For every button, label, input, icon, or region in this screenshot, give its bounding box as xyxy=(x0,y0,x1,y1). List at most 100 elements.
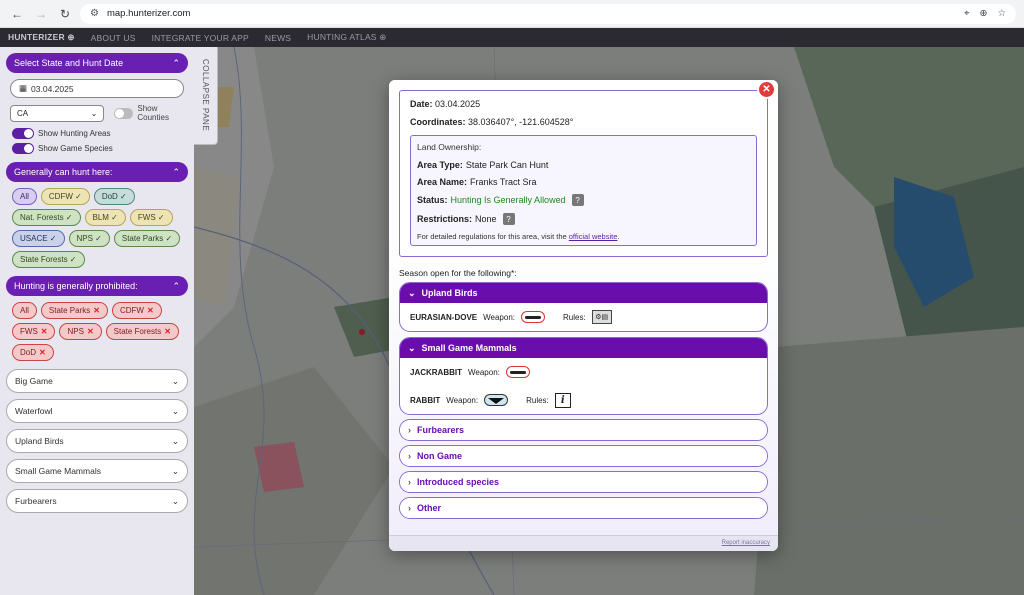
restrictions-label: Restrictions: xyxy=(417,214,473,224)
collapse-pane-label: COLLAPSE PANE xyxy=(201,59,210,132)
show-game-species-label: Show Game Species xyxy=(38,144,113,153)
weapon-label: Weapon: xyxy=(468,367,500,377)
shotgun-icon[interactable] xyxy=(505,366,530,378)
land-ownership-title: Land Ownership: xyxy=(417,142,482,152)
accordion-header-other[interactable]: › Other xyxy=(400,498,767,518)
chip-blm[interactable]: BLM ✓ xyxy=(84,209,126,226)
chip-prohibited-fws[interactable]: FWS ✕ xyxy=(12,323,56,340)
reload-icon[interactable]: ↻ xyxy=(56,5,74,23)
prohibited-chips: All State Parks ✕ CDFW ✕ FWS ✕ NPS ✕ State F… xyxy=(12,302,182,361)
browser-toolbar: ← → ↻ ⚙ map.hunterizer.com ⌖ ⊕ ☆ xyxy=(0,0,1024,28)
rules-label: Rules: xyxy=(526,395,549,405)
chip-state-parks[interactable]: State Parks ✓ xyxy=(113,230,181,247)
land-ownership-box: Land Ownership: Area Type: State Park Can… xyxy=(410,135,757,246)
collapse-pane-tab[interactable]: COLLAPSE PANE xyxy=(194,47,218,145)
url-text: map.hunterizer.com xyxy=(106,8,191,19)
coordinates-label: Coordinates: xyxy=(410,117,466,127)
select-state-hunt-date-header[interactable]: Select State and Hunt Date ⌃ xyxy=(6,53,188,73)
chip-prohibited-nps[interactable]: NPS ✕ xyxy=(59,323,102,340)
accordion-header-small-game-mammals[interactable]: ⌄ Small Game Mammals xyxy=(400,338,767,358)
rules-gear-icon[interactable]: ⚙▤ xyxy=(591,310,612,324)
report-inaccuracy-link[interactable]: Report inaccuracy xyxy=(722,540,770,546)
help-icon[interactable]: ? xyxy=(502,213,515,225)
status-label: Status: xyxy=(417,195,448,205)
coordinates-value: 38.036407°, -121.604528° xyxy=(468,117,574,127)
accordion-other: › Other xyxy=(399,497,768,519)
crossbow-icon[interactable] xyxy=(484,394,509,406)
chip-all[interactable]: All xyxy=(12,188,37,205)
category-upland-birds[interactable]: Upland Birds ⌄ xyxy=(6,429,188,453)
chip-label: State Forests xyxy=(113,327,162,336)
accordion-non-game: › Non Game xyxy=(399,445,768,467)
show-counties-toggle[interactable] xyxy=(114,107,134,119)
category-label: Waterfowl xyxy=(15,406,53,416)
nav-integrate[interactable]: INTEGRATE YOUR APP xyxy=(152,33,249,43)
can-hunt-header[interactable]: Generally can hunt here: ⌃ xyxy=(6,162,188,182)
accordion-header-introduced-species[interactable]: › Introduced species xyxy=(400,472,767,492)
official-website-link[interactable]: official website xyxy=(569,232,618,241)
site-settings-icon[interactable]: ⚙ xyxy=(90,8,99,19)
close-icon[interactable]: ✕ xyxy=(759,82,774,97)
arrow-right-icon[interactable]: → xyxy=(32,5,50,23)
can-hunt-chips: All CDFW ✓ DoD ✓ Nat. Forests ✓ BLM ✓ FW… xyxy=(12,188,182,268)
date-field[interactable]: ▦ 03.04.2025 xyxy=(10,79,184,98)
category-waterfowl[interactable]: Waterfowl ⌄ xyxy=(6,399,188,423)
category-label: Small Game Mammals xyxy=(15,466,101,476)
category-small-game-mammals[interactable]: Small Game Mammals ⌄ xyxy=(6,459,188,483)
close-icon: ✕ xyxy=(93,306,100,315)
accordion-upland-birds: ⌄ Upland Birds EURASIAN-DOVE Weapon: Rul… xyxy=(399,282,768,332)
chip-state-forests[interactable]: State Forests ✓ xyxy=(12,251,85,268)
location-icon[interactable]: ⌖ xyxy=(964,8,969,19)
category-label: Furbearers xyxy=(15,496,57,506)
chevron-up-icon: ⌃ xyxy=(172,57,180,68)
category-label: Big Game xyxy=(15,376,53,386)
info-icon[interactable]: i xyxy=(554,392,571,408)
show-hunting-areas-toggle[interactable] xyxy=(12,128,34,139)
show-game-species-toggle[interactable] xyxy=(12,143,34,154)
zoom-icon[interactable]: ⊕ xyxy=(980,8,988,19)
prohibited-header[interactable]: Hunting is generally prohibited: ⌃ xyxy=(6,276,188,296)
chip-fws[interactable]: FWS ✓ xyxy=(129,209,173,226)
species-row: EURASIAN-DOVE Weapon: Rules: ⚙▤ xyxy=(410,303,757,331)
chip-prohibited-state-parks[interactable]: State Parks ✕ xyxy=(40,302,108,319)
chip-label: DoD xyxy=(20,348,37,357)
accordion-header-non-game[interactable]: › Non Game xyxy=(400,446,767,466)
chevron-down-icon: ⌄ xyxy=(171,435,179,446)
nav-hunting-atlas[interactable]: HUNTING ATLAS ⊕ xyxy=(307,32,386,43)
chip-nat-forests[interactable]: Nat. Forests ✓ xyxy=(12,209,81,226)
chip-prohibited-state-forests[interactable]: State Forests ✕ xyxy=(105,323,179,340)
state-select[interactable]: CA ⌄ xyxy=(10,104,105,122)
species-name: EURASIAN-DOVE xyxy=(410,312,478,322)
area-name-label: Area Name: xyxy=(417,177,468,187)
chip-label: NPS xyxy=(67,327,84,336)
category-furbearers[interactable]: Furbearers ⌄ xyxy=(6,489,188,513)
arrow-left-icon[interactable]: ← xyxy=(8,5,26,23)
nav-news[interactable]: NEWS xyxy=(265,33,291,43)
shotgun-icon[interactable] xyxy=(521,311,545,323)
star-icon[interactable]: ☆ xyxy=(997,8,1006,19)
brand-logo[interactable]: HUNTERIZER ⊕ xyxy=(8,32,75,43)
address-bar[interactable]: ⚙ map.hunterizer.com ⌖ ⊕ ☆ xyxy=(80,3,1016,24)
regulations-text: For detailed regulations for this area, … xyxy=(417,232,567,241)
chip-prohibited-cdfw[interactable]: CDFW ✕ xyxy=(111,302,162,319)
help-icon[interactable]: ? xyxy=(571,194,584,206)
regulations-end: . xyxy=(617,232,620,241)
chip-dod[interactable]: DoD ✓ xyxy=(93,188,135,205)
status-value: Hunting Is Generally Allowed xyxy=(450,195,566,205)
date-value: 03.04.2025 xyxy=(31,83,74,94)
category-big-game[interactable]: Big Game ⌄ xyxy=(6,369,188,393)
accordion-small-game-mammals: ⌄ Small Game Mammals JACKRABBIT Weapon: … xyxy=(399,337,768,415)
chip-nps[interactable]: NPS ✓ xyxy=(68,230,110,247)
sidebar: Select State and Hunt Date ⌃ ▦ 03.04.202… xyxy=(0,47,194,595)
chip-usace[interactable]: USACE ✓ xyxy=(12,230,65,247)
chip-prohibited-all[interactable]: All xyxy=(12,302,37,319)
chip-prohibited-dod[interactable]: DoD ✕ xyxy=(12,344,54,361)
nav-about[interactable]: ABOUT US xyxy=(91,33,136,43)
accordion-header-furbearers[interactable]: › Furbearers xyxy=(400,420,767,440)
area-type-label: Area Type: xyxy=(417,160,463,170)
chip-cdfw[interactable]: CDFW ✓ xyxy=(40,188,90,205)
category-label: Upland Birds xyxy=(15,436,64,446)
app-navbar: HUNTERIZER ⊕ ABOUT US INTEGRATE YOUR APP… xyxy=(0,28,1024,47)
accordion-header-upland-birds[interactable]: ⌄ Upland Birds xyxy=(400,283,767,303)
area-name-value: Franks Tract Sra xyxy=(470,177,537,187)
